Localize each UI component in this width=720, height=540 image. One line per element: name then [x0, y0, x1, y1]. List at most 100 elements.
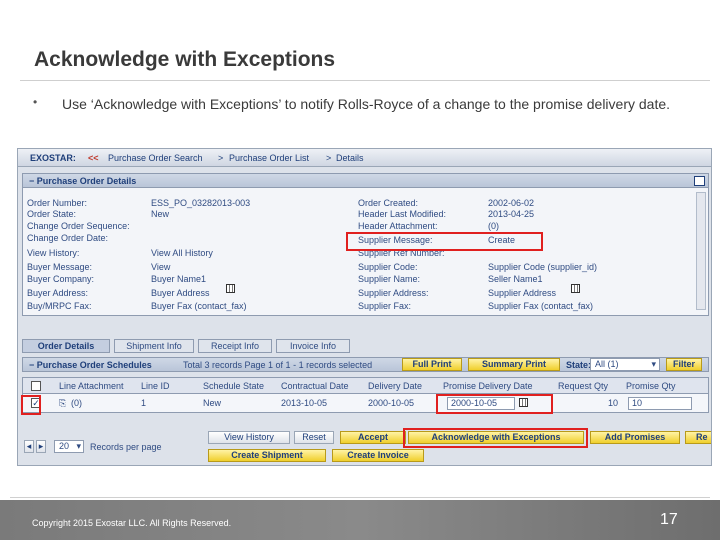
promise-qty-input[interactable]: 10 [628, 397, 692, 410]
order-created-label: Order Created: [358, 198, 419, 208]
summary-print-button[interactable]: Summary Print [468, 358, 560, 371]
supplier-name-value: Seller Name1 [488, 274, 543, 284]
chevron-down-icon: ▾ [651, 359, 656, 369]
col-promise-qty[interactable]: Promise Qty [626, 381, 676, 391]
header-modified-value: 2013-04-25 [488, 209, 535, 219]
order-state-label: Order State: [27, 209, 77, 219]
po-details-panel: Order Number: ESS_PO_03282013-003 Order … [22, 188, 709, 316]
page-size-value: 20 [59, 441, 70, 451]
promise-date-highlight [436, 394, 553, 414]
buyer-message-view-link[interactable]: View [151, 262, 170, 272]
select-all-checkbox[interactable] [31, 381, 41, 391]
view-history-label: View History: [27, 248, 80, 258]
supplier-message-highlight [346, 232, 543, 251]
header-attachment-value[interactable]: (0) [488, 221, 499, 231]
buyer-message-label: Buyer Message: [27, 262, 93, 272]
col-contractual-date[interactable]: Contractual Date [281, 381, 349, 391]
supplier-address-label: Supplier Address: [358, 288, 429, 298]
buyer-address-label: Buyer Address: [27, 288, 89, 298]
state-select[interactable]: All (1) ▾ [590, 358, 660, 371]
tab-invoice-info[interactable]: Invoice Info [276, 339, 350, 353]
state-label: State: [566, 360, 592, 370]
copyright-text: Copyright 2015 Exostar LLC. All Rights R… [32, 518, 232, 528]
header-attachment-label: Header Attachment: [358, 221, 438, 231]
breadcrumb-sep: > [326, 153, 332, 163]
supplier-name-label: Supplier Name: [358, 274, 421, 284]
row-schedule-state: New [203, 398, 222, 408]
po-schedules-title[interactable]: − Purchase Order Schedules [29, 360, 152, 370]
tab-order-details[interactable]: Order Details [22, 339, 110, 353]
col-promise-delivery-date[interactable]: Promise Delivery Date [443, 381, 533, 391]
breadcrumb-details: Details [336, 153, 364, 163]
reject-button[interactable]: Re [685, 431, 711, 444]
next-page-icon[interactable]: ▸ [36, 440, 46, 453]
tab-receipt-info[interactable]: Receipt Info [198, 339, 272, 353]
supplier-code-value: Supplier Code (supplier_id) [488, 262, 598, 272]
slide-title: Acknowledge with Exceptions [34, 48, 336, 71]
add-promises-button[interactable]: Add Promises [590, 431, 680, 444]
buyer-company-label: Buyer Company: [27, 274, 95, 284]
row-delivery-date: 2000-10-05 [368, 398, 415, 408]
address-book-icon[interactable] [226, 284, 235, 293]
po-details-scrollbar[interactable] [696, 192, 706, 310]
ack-exceptions-highlight [403, 428, 588, 448]
change-order-seq-label: Change Order Sequence: [27, 221, 130, 231]
supplier-fax-value: Supplier Fax (contact_fax) [488, 301, 594, 311]
buy-fax-value: Buyer Fax (contact_fax) [151, 301, 247, 311]
filter-button[interactable]: Filter [666, 358, 702, 371]
row-contractual-date: 2013-10-05 [281, 398, 328, 408]
tab-shipment-info[interactable]: Shipment Info [114, 339, 194, 353]
order-number-label: Order Number: [27, 198, 88, 208]
records-per-page-label: Records per page [90, 442, 162, 452]
breadcrumb-sep: > [218, 153, 224, 163]
po-details-header[interactable]: − Purchase Order Details [22, 173, 709, 188]
prev-page-icon[interactable]: ◂ [24, 440, 34, 453]
page-number: 17 [660, 511, 678, 528]
create-invoice-button[interactable]: Create Invoice [332, 449, 424, 462]
bullet-marker: • [33, 95, 38, 109]
breadcrumb-back[interactable]: << [88, 153, 99, 163]
schedules-grid-header: Line Attachment Line ID Schedule State C… [22, 377, 709, 394]
order-created-value: 2002-06-02 [488, 198, 535, 208]
order-number-value: ESS_PO_03282013-003 [151, 198, 251, 208]
buy-fax-label: Buy/MRPC Fax: [27, 301, 92, 311]
buyer-company-value: Buyer Name1 [151, 274, 207, 284]
page-size-select[interactable]: 20 ▾ [54, 440, 84, 453]
state-select-value: All (1) [595, 359, 619, 369]
col-request-qty[interactable]: Request Qty [558, 381, 608, 391]
buyer-address-value: Buyer Address [151, 288, 210, 298]
row-attachment-count[interactable]: (0) [71, 398, 82, 408]
header-modified-label: Header Last Modified: [358, 209, 447, 219]
footer-divider [10, 497, 710, 498]
change-order-date-label: Change Order Date: [27, 233, 109, 243]
paperclip-icon[interactable]: ⎘ [59, 398, 66, 409]
full-print-button[interactable]: Full Print [402, 358, 462, 371]
app-top-bar: EXOSTAR: << Purchase Order Search > Purc… [18, 149, 711, 167]
title-divider [20, 80, 710, 81]
records-info: Total 3 records Page 1 of 1 - 1 records … [183, 360, 373, 370]
row-checkbox-highlight [21, 395, 41, 415]
address-book-icon[interactable] [571, 284, 580, 293]
view-history-button[interactable]: View History [208, 431, 290, 444]
app-screenshot: EXOSTAR: << Purchase Order Search > Purc… [17, 148, 712, 466]
supplier-code-label: Supplier Code: [358, 262, 418, 272]
col-schedule-state[interactable]: Schedule State [203, 381, 264, 391]
row-line-id: 1 [141, 398, 147, 408]
edit-icon[interactable] [694, 176, 705, 186]
view-all-history-link[interactable]: View All History [151, 248, 213, 258]
supplier-fax-label: Supplier Fax: [358, 301, 412, 311]
supplier-address-value: Supplier Address [488, 288, 557, 298]
accept-button[interactable]: Accept [340, 431, 406, 444]
order-state-value: New [151, 209, 170, 219]
breadcrumb-po-list[interactable]: Purchase Order List [229, 153, 309, 163]
create-shipment-button[interactable]: Create Shipment [208, 449, 326, 462]
col-line-id[interactable]: Line ID [141, 381, 170, 391]
row-request-qty: 10 [608, 398, 619, 408]
col-delivery-date[interactable]: Delivery Date [368, 381, 422, 391]
bullet-text: Use ‘Acknowledge with Exceptions’ to not… [62, 96, 671, 112]
exostar-logo: EXOSTAR: [30, 153, 76, 163]
reset-button[interactable]: Reset [294, 431, 334, 444]
col-line-attachment[interactable]: Line Attachment [59, 381, 124, 391]
breadcrumb-po-search[interactable]: Purchase Order Search [108, 153, 203, 163]
table-row[interactable]: ✓ ⎘ (0) 1 New 2013-10-05 2000-10-05 2000… [22, 394, 709, 413]
